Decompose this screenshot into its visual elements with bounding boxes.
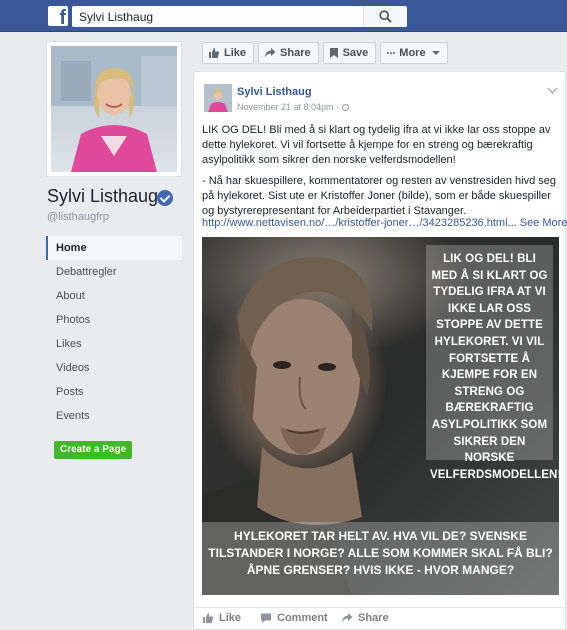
more-page-label: More	[399, 47, 426, 59]
nav-item-home[interactable]: Home	[46, 236, 182, 260]
globe-icon	[341, 104, 349, 111]
post-timestamp-text: November 21 at 8:04pm ·	[237, 102, 342, 112]
post-timestamp[interactable]: November 21 at 8:04pm ·	[237, 102, 349, 112]
like-page-button[interactable]: Like	[202, 42, 255, 64]
search-value: Sylvi Listhaug	[79, 10, 154, 24]
profile-name: Sylvi Listhaug	[47, 186, 159, 206]
share-icon	[342, 613, 353, 623]
logo-letter: f	[59, 7, 66, 29]
thumbs-up-icon	[209, 48, 220, 58]
image-overlay-right: LIK OG DEL! BLI MED Å SI KLART OG TYDELI…	[426, 245, 559, 481]
post-share-button[interactable]: Share	[341, 612, 389, 624]
post-body: LIK OG DEL! Bli med å si klart og tydeli…	[202, 123, 560, 225]
post-footer: Like Comment Share	[194, 607, 567, 630]
nav-item-photos[interactable]: Photos	[46, 308, 182, 332]
post-paragraph-2: - Nå har skuespillere, kommentatorer og …	[202, 175, 557, 217]
verified-badge-icon	[157, 190, 173, 206]
nav-item-posts[interactable]: Posts	[46, 380, 182, 404]
image-overlay-right-text: LIK OG DEL! BLI MED Å SI KLART OG TYDELI…	[430, 253, 559, 481]
post-share-label: Share	[358, 612, 389, 624]
page-actions: Like Share Save ··· More	[202, 42, 448, 64]
post-card: Sylvi Listhaug November 21 at 8:04pm · L…	[193, 71, 567, 630]
thumbs-up-icon	[203, 613, 214, 623]
image-overlay-bottom-text: HYLEKORET TAR HELT AV. HVA VIL DE? SVENS…	[208, 529, 553, 577]
nav-item-about[interactable]: About	[46, 284, 182, 308]
post-comment-label: Comment	[277, 612, 328, 624]
search-button[interactable]	[363, 6, 407, 27]
link-ellipsis: ...	[507, 217, 517, 229]
post-link-line: http://www.nettavisen.no/…/kristoffer-jo…	[202, 217, 567, 229]
nav-item-debattregler[interactable]: Debattregler	[46, 260, 182, 284]
bookmark-icon	[329, 48, 338, 58]
nav-item-likes[interactable]: Likes	[46, 332, 182, 356]
more-dots-icon: ···	[386, 46, 396, 60]
more-page-button[interactable]: ··· More	[380, 42, 448, 64]
nav-item-videos[interactable]: Videos	[46, 356, 182, 380]
post-paragraph-1: LIK OG DEL! Bli med å si klart og tydeli…	[202, 124, 551, 166]
search-input[interactable]: Sylvi Listhaug	[72, 6, 407, 27]
facebook-logo-icon[interactable]: f	[48, 6, 68, 29]
post-like-label: Like	[219, 612, 242, 624]
see-more-link[interactable]: See More	[520, 217, 567, 229]
share-icon	[265, 48, 276, 58]
post-comment-button[interactable]: Comment	[260, 612, 328, 624]
caret-down-icon	[431, 51, 440, 55]
page-nav: Home Debattregler About Photos Likes Vid…	[46, 236, 182, 428]
nav-item-events[interactable]: Events	[46, 404, 182, 428]
post-options-chevron-icon[interactable]	[547, 83, 558, 94]
post-link[interactable]: http://www.nettavisen.no/…/kristoffer-jo…	[202, 217, 508, 229]
profile-photo	[51, 46, 177, 172]
top-bar: f Sylvi Listhaug	[0, 0, 567, 32]
share-page-button[interactable]: Share	[258, 42, 319, 64]
share-page-label: Share	[280, 47, 311, 59]
image-overlay-bottom: HYLEKORET TAR HELT AV. HVA VIL DE? SVENS…	[202, 522, 559, 595]
comment-icon	[261, 613, 271, 623]
search-icon	[379, 10, 392, 23]
profile-handle: @listhaugfrp	[47, 211, 109, 223]
post-image[interactable]: LIK OG DEL! BLI MED Å SI KLART OG TYDELI…	[202, 237, 559, 595]
create-page-button[interactable]: Create a Page	[54, 441, 133, 459]
save-page-label: Save	[342, 47, 369, 59]
post-author[interactable]: Sylvi Listhaug	[237, 86, 312, 98]
profile-picture[interactable]	[46, 41, 182, 177]
like-page-label: Like	[224, 47, 247, 59]
save-page-button[interactable]: Save	[322, 42, 377, 64]
author-avatar[interactable]	[204, 84, 232, 112]
post-like-button[interactable]: Like	[202, 612, 241, 624]
